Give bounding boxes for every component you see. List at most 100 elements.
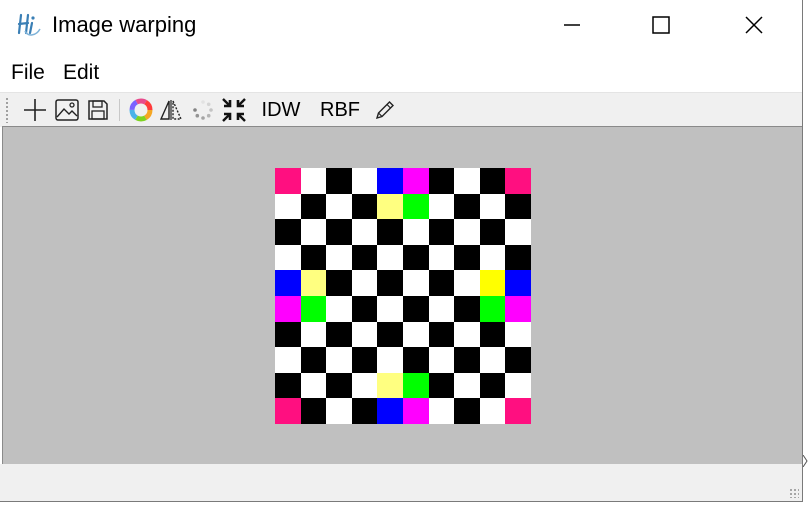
image-pixel-cell (454, 270, 480, 296)
image-pixel-cell (454, 321, 480, 348)
menu-edit[interactable]: Edit (63, 61, 99, 85)
color-wheel-icon (129, 98, 153, 122)
background-window-edge (803, 455, 808, 467)
rbf-button[interactable]: RBF (319, 97, 361, 123)
image-pixel-cell (275, 372, 301, 399)
image-pixel-cell (505, 398, 531, 424)
image-pixel-cell (428, 270, 455, 296)
image-pixel-cell (326, 168, 352, 194)
image-pixel-cell (402, 193, 429, 220)
new-icon (24, 99, 46, 121)
pencil-icon (375, 101, 394, 120)
image-pixel-cell (505, 347, 531, 373)
image-pixel-cell (300, 321, 327, 348)
toolbar-separator (119, 99, 120, 121)
image-pixel-cell (326, 398, 352, 424)
save-button[interactable] (85, 97, 111, 123)
resize-grip[interactable] (789, 488, 799, 498)
image-pixel-cell (351, 270, 378, 296)
image-pixel-cell (326, 347, 352, 373)
image-pixel-cell (377, 398, 403, 424)
title-bar[interactable]: Image warping (0, 0, 802, 50)
pencil-button[interactable] (372, 97, 398, 123)
menu-file[interactable]: File (11, 61, 45, 85)
image-pixel-cell (402, 244, 429, 271)
color-button[interactable] (128, 97, 154, 123)
image-pixel-cell (275, 244, 301, 271)
image-pixel-cell (326, 295, 352, 322)
image-pixel-cell (300, 295, 327, 322)
image-pixel-cell (505, 219, 531, 245)
close-icon (745, 16, 763, 34)
mirror-icon (159, 100, 183, 120)
loading-button[interactable] (190, 97, 216, 123)
image-pixel-cell (300, 270, 327, 296)
loading-icon (193, 100, 213, 120)
image-pixel-cell (479, 347, 506, 373)
menu-bar: File Edit (0, 58, 802, 88)
maximize-button[interactable] (638, 0, 684, 50)
image-pixel-cell (275, 321, 301, 348)
image-pixel-cell (326, 372, 352, 399)
image-pixel-cell (454, 372, 480, 399)
image-pixel-cell (377, 295, 403, 322)
mirror-button[interactable] (158, 97, 184, 123)
image-pixel-cell (428, 244, 455, 271)
new-button[interactable] (22, 97, 48, 123)
image-pixel-cell (505, 168, 531, 194)
image-pixel-cell (300, 244, 327, 271)
open-image-icon (55, 99, 79, 121)
save-icon (88, 100, 108, 120)
image-pixel-cell (402, 398, 429, 424)
image-pixel-cell (275, 270, 301, 296)
image-pixel-cell (428, 295, 455, 322)
image-pixel-cell (275, 347, 301, 373)
toolbar: IDW RBF (0, 92, 802, 127)
image-pixel-cell (479, 270, 506, 296)
image-pixel-cell (428, 372, 455, 399)
image-pixel-cell (300, 347, 327, 373)
window-title: Image warping (52, 12, 197, 37)
toolbar-grip[interactable] (5, 97, 9, 123)
image-pixel-cell (505, 244, 531, 271)
image-pixel-cell (479, 295, 506, 322)
image-pixel-cell (479, 193, 506, 220)
image-pixel-cell (479, 219, 506, 245)
image-pixel-cell (402, 270, 429, 296)
image-pixel-cell (454, 219, 480, 245)
image-pixel-cell (479, 244, 506, 271)
image-pixel-cell (377, 321, 403, 348)
image-pixel-cell (300, 193, 327, 220)
image-pixel-cell (402, 168, 429, 194)
checkerboard-image[interactable] (275, 168, 531, 424)
image-pixel-cell (377, 347, 403, 373)
image-pixel-cell (377, 244, 403, 271)
image-pixel-cell (402, 372, 429, 399)
open-image-button[interactable] (54, 97, 80, 123)
image-pixel-cell (428, 321, 455, 348)
image-pixel-cell (402, 295, 429, 322)
minimize-button[interactable] (549, 0, 595, 50)
image-pixel-cell (428, 168, 455, 194)
image-pixel-cell (275, 398, 301, 424)
image-pixel-cell (377, 193, 403, 220)
image-pixel-cell (505, 321, 531, 348)
image-canvas[interactable] (2, 126, 802, 464)
idw-button[interactable]: IDW (258, 97, 304, 123)
image-pixel-cell (300, 372, 327, 399)
image-pixel-cell (428, 193, 455, 220)
main-window: Image warping File Edit IDW RBF (0, 0, 803, 502)
image-pixel-cell (377, 168, 403, 194)
image-pixel-cell (479, 398, 506, 424)
image-pixel-cell (351, 295, 378, 322)
fit-button[interactable] (220, 97, 248, 123)
image-pixel-cell (402, 347, 429, 373)
image-pixel-cell (326, 244, 352, 271)
image-pixel-cell (454, 347, 480, 373)
close-button[interactable] (731, 0, 777, 50)
image-pixel-cell (505, 295, 531, 322)
image-pixel-cell (377, 219, 403, 245)
image-pixel-cell (351, 347, 378, 373)
image-pixel-cell (326, 219, 352, 245)
maximize-icon (652, 16, 670, 34)
